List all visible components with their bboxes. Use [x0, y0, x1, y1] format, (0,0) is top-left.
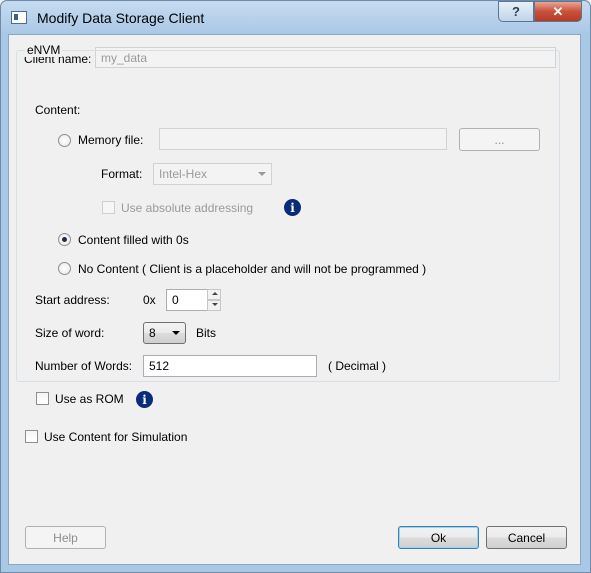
use-as-rom-label: Use as ROM: [55, 392, 124, 406]
word-size-select[interactable]: 8: [143, 322, 186, 344]
info-icon[interactable]: i: [284, 199, 301, 216]
start-address-label: Start address:: [35, 293, 110, 307]
content-label: Content:: [35, 103, 81, 117]
memory-file-radio[interactable]: [58, 134, 71, 147]
start-address-value: 0: [172, 293, 179, 307]
format-select[interactable]: Intel-Hex: [153, 163, 272, 185]
number-of-words-value: 512: [149, 359, 170, 373]
no-content-radio[interactable]: [58, 262, 71, 275]
close-icon[interactable]: ✕: [534, 1, 582, 22]
ok-button[interactable]: Ok: [398, 526, 479, 549]
number-of-words-label: Number of Words:: [35, 359, 133, 373]
number-of-words-unit: ( Decimal ): [328, 359, 387, 373]
memory-file-input[interactable]: [159, 128, 447, 150]
title-bar[interactable]: Modify Data Storage Client ? ✕: [1, 1, 590, 35]
content-filled-zeros-label: Content filled with 0s: [78, 233, 189, 247]
chevron-down-icon: [172, 331, 180, 335]
envm-group-label: eNVM: [25, 43, 63, 57]
number-of-words-input[interactable]: 512: [143, 355, 317, 377]
chevron-down-icon: [258, 172, 266, 176]
app-icon: [11, 11, 27, 24]
use-content-simulation-label: Use Content for Simulation: [44, 430, 188, 444]
use-as-rom-checkbox[interactable]: [36, 392, 49, 405]
start-address-input[interactable]: 0: [166, 289, 208, 311]
help-icon[interactable]: ?: [498, 1, 534, 22]
window-title: Modify Data Storage Client: [37, 10, 205, 26]
chevron-down-icon: [212, 303, 218, 306]
no-content-label: No Content ( Client is a placeholder and…: [78, 262, 427, 276]
info-icon[interactable]: i: [136, 391, 153, 408]
format-value: Intel-Hex: [159, 167, 208, 181]
memory-file-label: Memory file:: [78, 133, 144, 147]
use-content-simulation-checkbox[interactable]: [25, 430, 38, 443]
format-label: Format:: [101, 167, 143, 181]
word-size-value: 8: [149, 326, 156, 340]
chevron-up-icon: [212, 292, 218, 295]
content-filled-zeros-radio[interactable]: [58, 233, 71, 246]
help-button[interactable]: Help: [25, 526, 106, 549]
word-size-unit: Bits: [196, 326, 217, 340]
word-size-label: Size of word:: [35, 326, 105, 340]
hex-prefix-label: 0x: [143, 293, 156, 307]
browse-button[interactable]: ...: [459, 128, 540, 151]
spin-down-button[interactable]: [207, 300, 221, 311]
cancel-button[interactable]: Cancel: [486, 526, 567, 549]
spin-up-button[interactable]: [207, 289, 221, 300]
absolute-addressing-label: Use absolute addressing: [121, 201, 254, 215]
absolute-addressing-checkbox[interactable]: [102, 201, 115, 214]
